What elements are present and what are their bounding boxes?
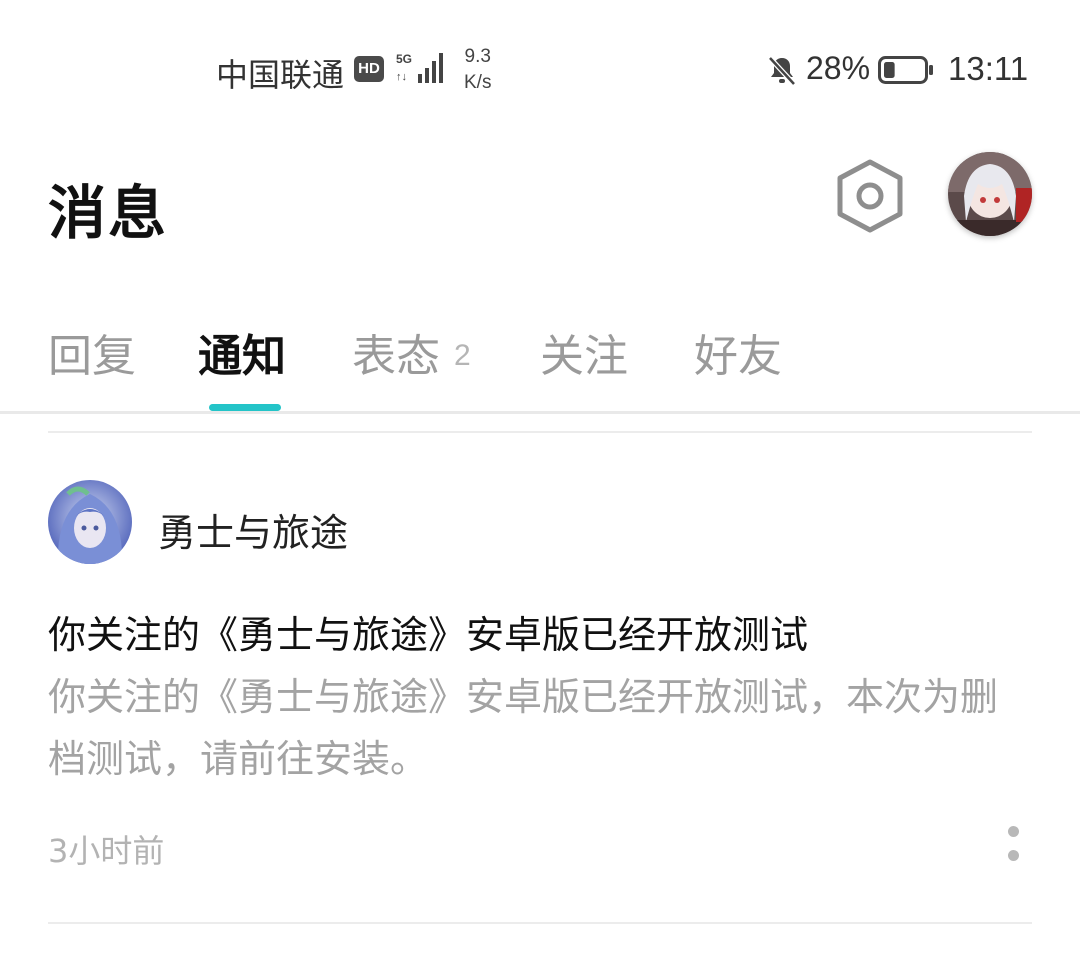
tab-badge-count: 2 — [454, 339, 471, 372]
carrier-name: 中国联通 — [216, 56, 345, 94]
more-options-icon[interactable] — [998, 822, 1030, 866]
user-avatar[interactable] — [948, 152, 1032, 236]
svg-text:↑↓: ↑↓ — [396, 71, 407, 83]
notification-body[interactable]: 你关注的《勇士与旅途》安卓版已经开放测试，本次为删档测试，请前往安装。 — [48, 666, 1032, 790]
tab-replies[interactable]: 回复 — [48, 320, 136, 384]
status-bar: 中国联通 HD 5G ↑↓ 9.3 K/s 28% 13:11 — [0, 0, 1080, 130]
bell-muted-icon — [768, 56, 796, 86]
notification-time: 3小时前 — [48, 832, 165, 870]
sender-avatar[interactable] — [48, 480, 132, 564]
active-tab-indicator — [209, 404, 281, 411]
page-title: 消息 — [48, 179, 169, 247]
network-speed: 9.3 K/s — [464, 44, 491, 96]
tab-label: 关注 — [540, 331, 628, 382]
tab-bar: 回复 通知 表态 2 关注 好友 — [0, 300, 1080, 414]
speed-value: 9.3 — [464, 46, 491, 67]
tab-label: 表态 — [352, 331, 440, 382]
divider — [48, 922, 1032, 924]
network-type-label: 5G — [396, 52, 412, 66]
sender-name[interactable]: 勇士与旅途 — [158, 502, 348, 557]
settings-hexagon-icon[interactable] — [834, 158, 906, 234]
battery-icon — [878, 56, 933, 84]
tab-friends[interactable]: 好友 — [694, 320, 782, 384]
tab-reactions[interactable]: 表态 2 — [352, 320, 471, 384]
signal-5g-icon: 5G ↑↓ — [396, 52, 443, 83]
tab-label: 好友 — [694, 331, 782, 382]
tab-following[interactable]: 关注 — [540, 320, 628, 384]
hd-badge: HD — [354, 56, 384, 82]
battery-percent: 28% — [806, 50, 871, 86]
clock: 13:11 — [948, 50, 1029, 87]
divider — [48, 431, 1032, 433]
game-avatar-icon — [48, 480, 132, 564]
tab-notifications[interactable]: 通知 — [198, 320, 286, 384]
tab-label: 通知 — [198, 331, 286, 382]
anime-girl-avatar-icon — [948, 152, 1032, 236]
speed-unit: K/s — [464, 72, 492, 93]
notification-title[interactable]: 你关注的《勇士与旅途》安卓版已经开放测试 — [48, 604, 808, 659]
tab-label: 回复 — [48, 331, 136, 382]
